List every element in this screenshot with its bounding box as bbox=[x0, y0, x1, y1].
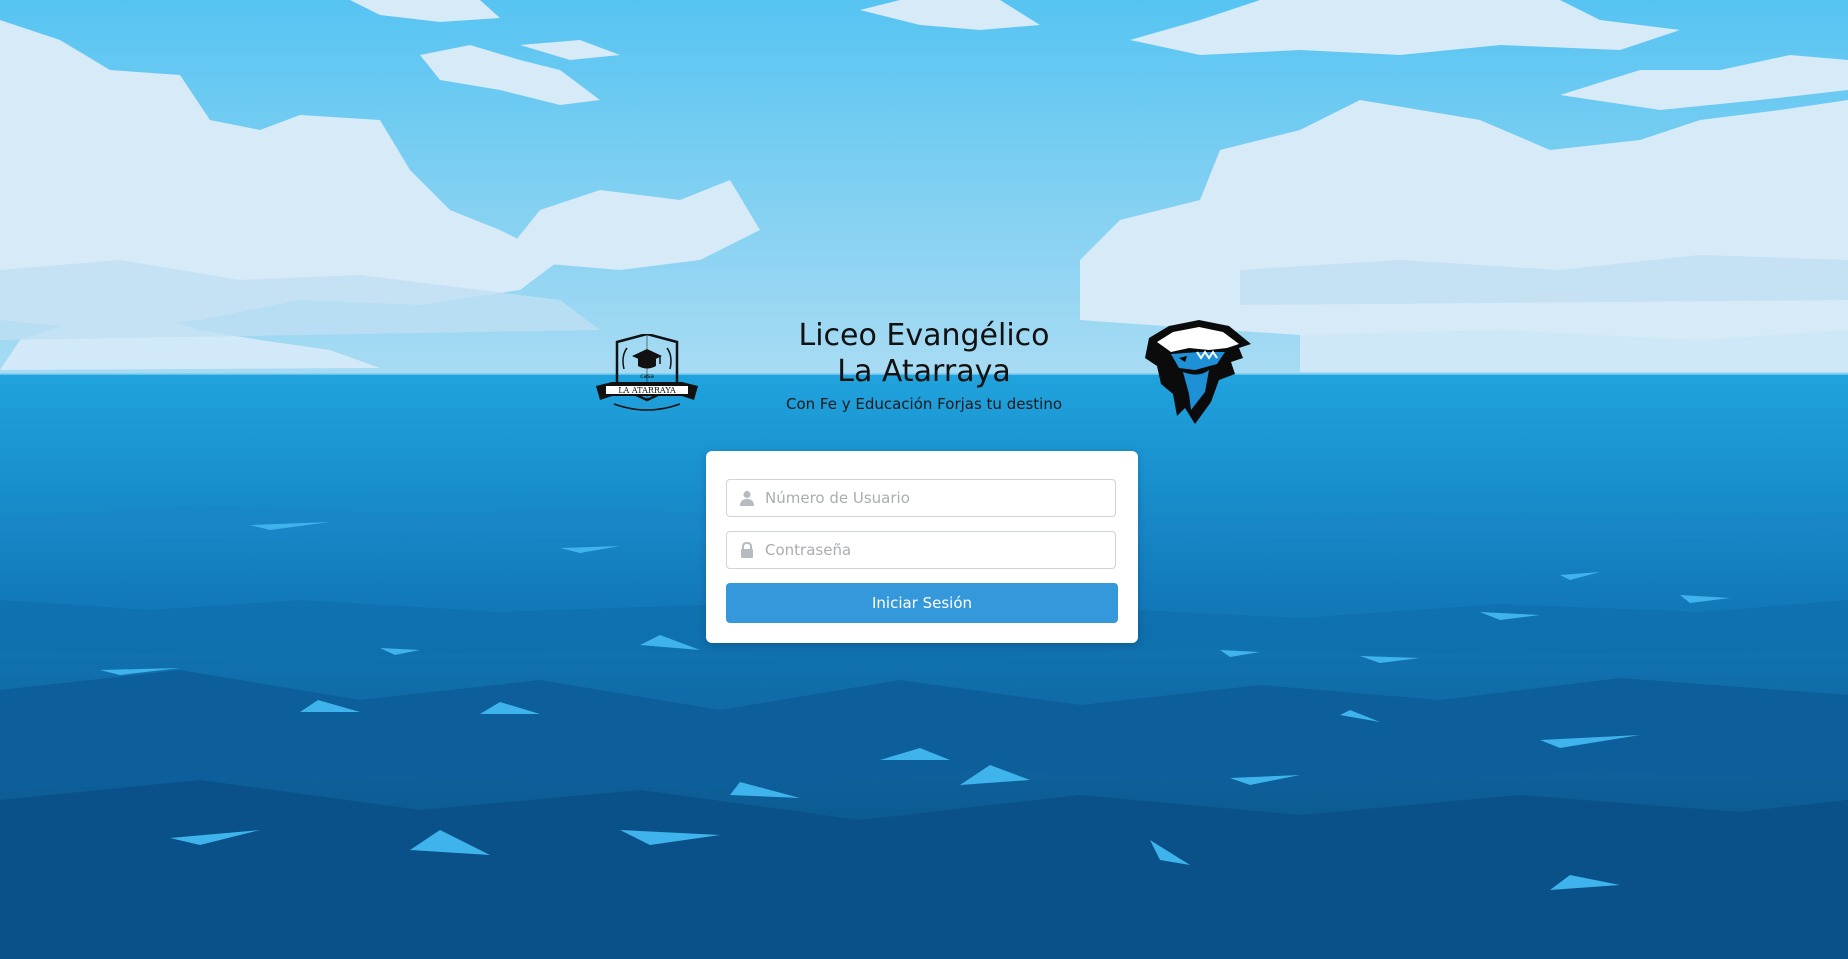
login-form: Iniciar Sesión bbox=[706, 451, 1138, 643]
login-button[interactable]: Iniciar Sesión bbox=[726, 583, 1118, 623]
username-field[interactable] bbox=[726, 479, 1116, 517]
login-page: casa LA ATARRAYA Liceo Evangélico La Ata… bbox=[0, 0, 1848, 959]
school-title-line-2: La Atarraya bbox=[837, 354, 1011, 389]
svg-text:LA ATARRAYA: LA ATARRAYA bbox=[618, 386, 676, 395]
casa-la-atarraya-crest-logo: casa LA ATARRAYA bbox=[596, 334, 698, 411]
shark-mascot-logo bbox=[1145, 320, 1251, 424]
user-icon bbox=[740, 491, 754, 506]
password-input[interactable] bbox=[765, 532, 1105, 568]
password-field[interactable] bbox=[726, 531, 1116, 569]
school-title-line-1: Liceo Evangélico bbox=[798, 318, 1050, 353]
school-title-block: Liceo Evangélico La Atarraya Con Fe y Ed… bbox=[744, 318, 1104, 414]
school-header: casa LA ATARRAYA Liceo Evangélico La Ata… bbox=[594, 318, 1254, 428]
svg-text:casa: casa bbox=[640, 373, 654, 380]
username-input[interactable] bbox=[765, 480, 1105, 516]
school-motto: Con Fe y Educación Forjas tu destino bbox=[785, 395, 1063, 413]
lock-icon bbox=[741, 542, 753, 558]
